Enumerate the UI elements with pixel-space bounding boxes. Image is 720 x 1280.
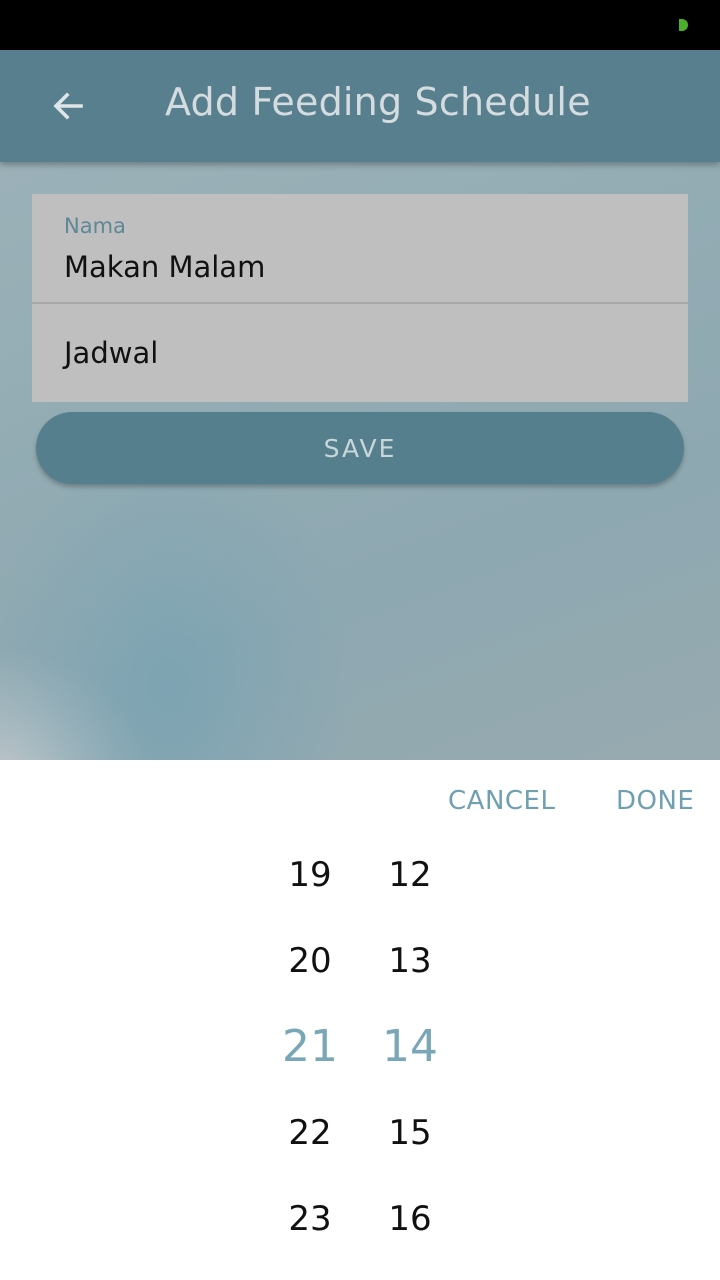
name-field-label: Nama <box>64 214 126 238</box>
status-bar <box>0 0 720 50</box>
cancel-button[interactable]: CANCEL <box>448 786 555 816</box>
minute-option-selected[interactable]: 14 <box>360 1025 460 1069</box>
minute-option[interactable]: 15 <box>360 1116 460 1150</box>
app-bar: Add Feeding Schedule <box>0 50 720 162</box>
schedule-field[interactable]: Jadwal <box>32 304 688 402</box>
minute-option[interactable]: 12 <box>360 858 460 892</box>
minute-option[interactable]: 16 <box>360 1202 460 1236</box>
name-field[interactable]: Nama Makan Malam <box>32 194 688 304</box>
schedule-form: Nama Makan Malam Jadwal <box>32 194 688 402</box>
arrow-left-icon <box>53 92 83 120</box>
hour-option[interactable]: 20 <box>260 944 360 978</box>
hour-option-selected[interactable]: 21 <box>260 1025 360 1069</box>
back-button[interactable] <box>36 72 100 140</box>
minute-option[interactable]: 13 <box>360 944 460 978</box>
hour-option[interactable]: 19 <box>260 858 360 892</box>
status-indicator-icon <box>679 19 688 31</box>
save-button[interactable]: SAVE <box>36 412 684 484</box>
hour-option[interactable]: 23 <box>260 1202 360 1236</box>
hour-option[interactable]: 22 <box>260 1116 360 1150</box>
schedule-field-placeholder: Jadwal <box>64 336 159 370</box>
time-picker-sheet: CANCEL DONE 19 20 21 22 23 12 13 14 15 1… <box>0 760 720 1280</box>
name-field-value: Makan Malam <box>64 250 266 284</box>
done-button[interactable]: DONE <box>616 786 694 816</box>
page-title: Add Feeding Schedule <box>165 80 591 124</box>
